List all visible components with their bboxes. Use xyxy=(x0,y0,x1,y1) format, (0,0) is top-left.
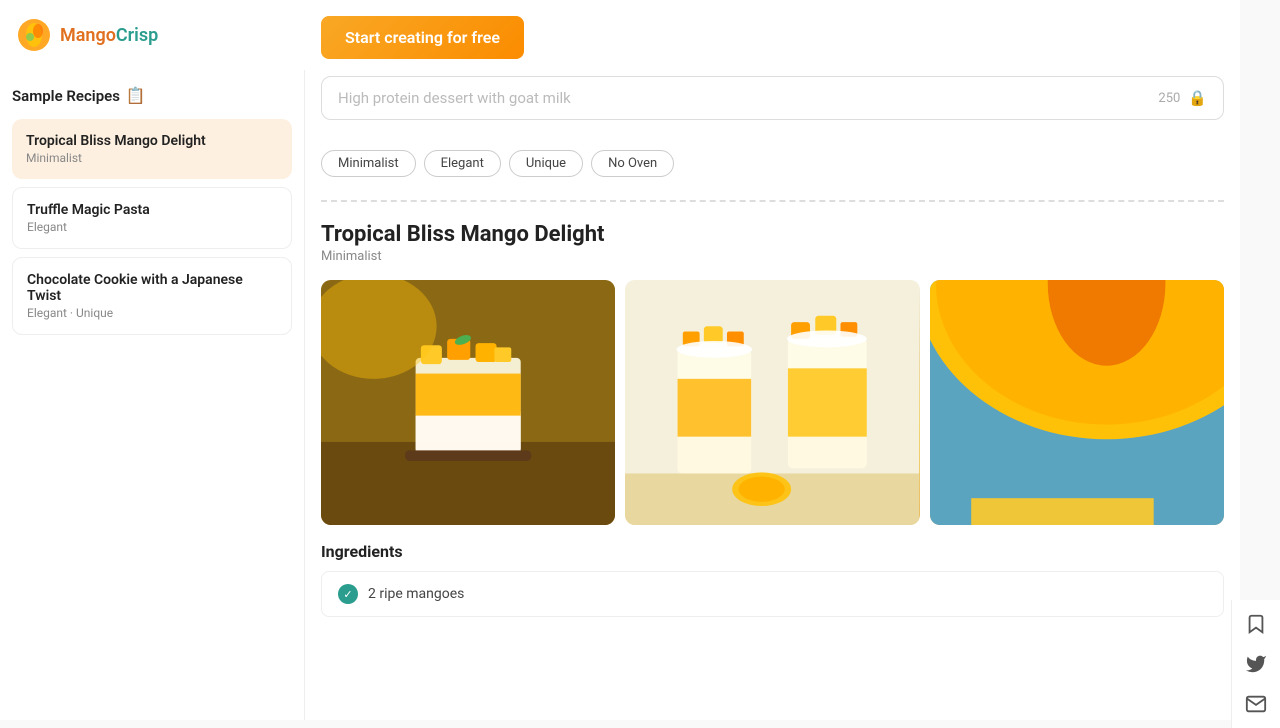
sidebar-icon: 📋 xyxy=(126,86,146,105)
cta-label: Start creating for free xyxy=(345,28,500,47)
main-content: Start creating for free High protein des… xyxy=(305,0,1240,720)
search-meta: 250 🔒 xyxy=(1158,89,1207,107)
recipe-main-tag: Minimalist xyxy=(321,249,605,264)
sidebar-title: Sample Recipes xyxy=(12,87,120,105)
search-container[interactable]: High protein dessert with goat milk 250 … xyxy=(321,76,1224,120)
tag-elegant[interactable]: Elegant xyxy=(424,150,501,177)
ingredients-section: Ingredients ✓ 2 ripe mangoes xyxy=(321,542,1224,623)
check-icon-1: ✓ xyxy=(338,584,358,604)
recipe-card-chocolate[interactable]: Chocolate Cookie with a Japanese Twist E… xyxy=(12,257,292,335)
recipe-card-title-truffle: Truffle Magic Pasta xyxy=(27,202,277,218)
recipe-image-1 xyxy=(321,280,615,525)
recipe-card-tags-truffle: Elegant xyxy=(27,220,277,234)
social-icons xyxy=(1231,600,1280,728)
char-count: 250 xyxy=(1158,91,1180,106)
ingredients-title: Ingredients xyxy=(321,542,1224,561)
recipe-images-row xyxy=(321,280,1224,525)
tags-container: Minimalist Elegant Unique No Oven xyxy=(321,150,674,177)
twitter-icon[interactable] xyxy=(1240,648,1272,680)
recipe-card-title-chocolate: Chocolate Cookie with a Japanese Twist xyxy=(27,272,277,304)
cta-banner[interactable]: Start creating for free xyxy=(321,16,524,59)
search-placeholder: High protein dessert with goat milk xyxy=(338,89,1158,107)
section-divider xyxy=(321,200,1224,202)
tag-no-oven[interactable]: No Oven xyxy=(591,150,674,177)
ingredient-text-1: 2 ripe mangoes xyxy=(368,586,464,602)
sidebar-header: Sample Recipes 📋 xyxy=(12,86,292,105)
bookmark-icon[interactable] xyxy=(1240,608,1272,640)
recipe-card-tags-tropical: Minimalist xyxy=(26,151,278,165)
recipe-main-title: Tropical Bliss Mango Delight xyxy=(321,222,605,247)
recipe-card-truffle[interactable]: Truffle Magic Pasta Elegant xyxy=(12,187,292,249)
sidebar: Sample Recipes 📋 Tropical Bliss Mango De… xyxy=(0,70,305,720)
tag-minimalist[interactable]: Minimalist xyxy=(321,150,416,177)
recipe-image-2 xyxy=(625,280,919,525)
recipe-card-title-tropical: Tropical Bliss Mango Delight xyxy=(26,133,278,149)
email-icon[interactable] xyxy=(1240,688,1272,720)
recipe-image-3 xyxy=(930,280,1224,525)
tag-unique[interactable]: Unique xyxy=(509,150,583,177)
recipe-card-tropical[interactable]: Tropical Bliss Mango Delight Minimalist xyxy=(12,119,292,179)
recipe-title-section: Tropical Bliss Mango Delight Minimalist xyxy=(321,222,605,264)
logo-text: MangoCrisp xyxy=(60,25,158,46)
recipe-card-tags-chocolate: Elegant · Unique xyxy=(27,306,277,320)
header: MangoCrisp xyxy=(0,0,305,70)
logo-icon xyxy=(16,17,52,53)
ingredient-item-1: ✓ 2 ripe mangoes xyxy=(321,571,1224,617)
lock-icon: 🔒 xyxy=(1188,89,1207,107)
